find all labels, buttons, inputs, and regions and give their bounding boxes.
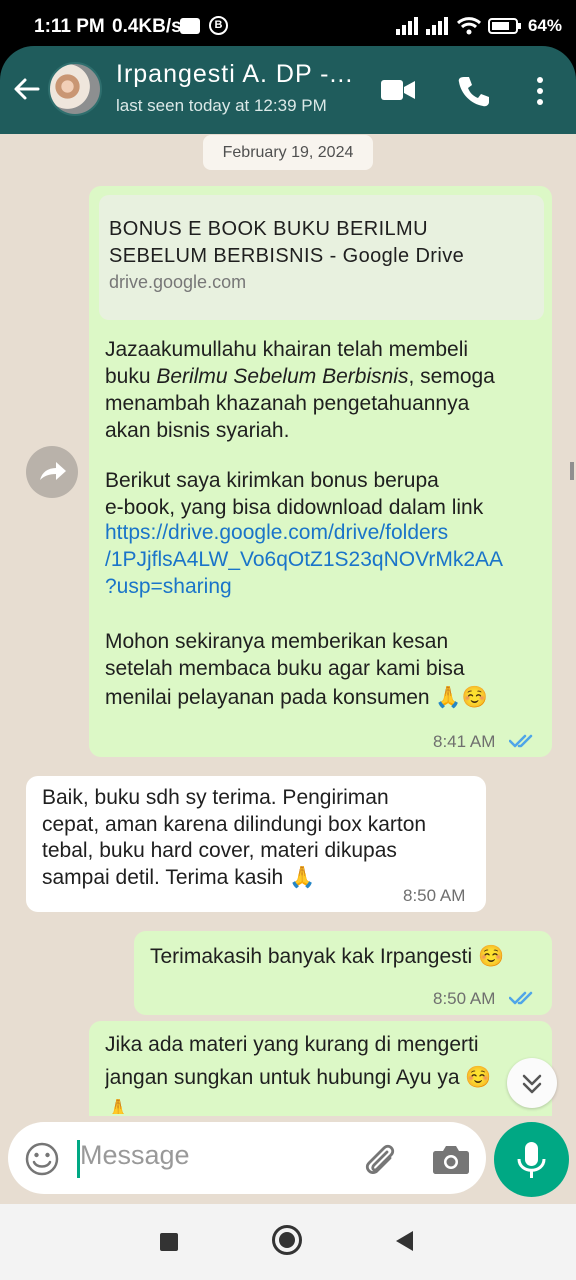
message-text: Terimakasih banyak kak Irpangesti ☺️ (150, 945, 505, 968)
link-preview-domain: drive.google.com (109, 272, 247, 292)
network-speed: 0.4KB/s (112, 16, 182, 37)
nav-back-icon[interactable] (396, 1231, 413, 1251)
scroll-to-bottom-button[interactable] (507, 1058, 557, 1108)
message-time: 8:50 AM (403, 886, 466, 905)
battery-percent: 64% (527, 16, 562, 35)
phone-icon[interactable] (456, 74, 490, 108)
contact-name[interactable]: Irpangesti A. DP -... (116, 60, 353, 89)
voice-record-button[interactable] (494, 1122, 569, 1197)
avatar[interactable] (48, 62, 102, 116)
message-time: 8:50 AM (433, 989, 496, 1008)
status-time: 1:11 PM (34, 16, 105, 37)
date-chip: February 19, 2024 (203, 135, 373, 170)
link-preview-title[interactable]: BONUS E BOOK BUKU BERILMU SEBELUM BERBIS… (109, 216, 529, 270)
message-text: Berikut saya kirimkan bonus berupa e-boo… (105, 469, 484, 519)
emoji-icon[interactable] (24, 1141, 60, 1177)
more-options-icon[interactable] (532, 76, 548, 106)
message-input[interactable]: Message (80, 1140, 190, 1171)
microphone-icon (517, 1142, 546, 1178)
message-link[interactable]: https://drive.google.com/drive/folders /… (105, 519, 503, 600)
status-right-group: 64% (395, 16, 562, 36)
battery-icon (487, 18, 521, 34)
double-chevron-down-icon (522, 1074, 542, 1094)
video-call-icon[interactable] (380, 78, 416, 102)
message-time: 8:41 AM (433, 732, 496, 751)
message-text: Jika ada materi yang kurang di mengerti … (105, 1033, 492, 1114)
bluetooth-badge-icon: B (209, 16, 228, 35)
signal-icon-2 (425, 17, 448, 35)
wifi-icon (456, 17, 481, 35)
last-seen: last seen today at 12:39 PM (116, 96, 327, 115)
message-notification-icon (180, 18, 200, 34)
scrollbar[interactable] (570, 462, 574, 480)
read-receipt-icon (509, 991, 533, 1005)
back-arrow-icon[interactable] (12, 74, 42, 104)
forward-share-button[interactable] (26, 446, 78, 498)
attach-icon[interactable] (362, 1140, 398, 1178)
camera-icon[interactable] (432, 1143, 470, 1175)
read-receipt-icon (509, 734, 533, 748)
chat-header: Irpangesti A. DP -... last seen today at… (0, 46, 576, 134)
home-dot (279, 1232, 295, 1248)
recent-apps-icon[interactable] (160, 1233, 178, 1251)
share-arrow-icon (40, 462, 66, 480)
signal-icon (395, 17, 418, 35)
message-text: Baik, buku sdh sy terima. Pengiriman cep… (42, 786, 427, 889)
message-text: Jazaakumullahu khairan telah membeli buk… (105, 338, 495, 442)
message-text: Mohon sekiranya memberikan kesan setelah… (105, 630, 488, 709)
